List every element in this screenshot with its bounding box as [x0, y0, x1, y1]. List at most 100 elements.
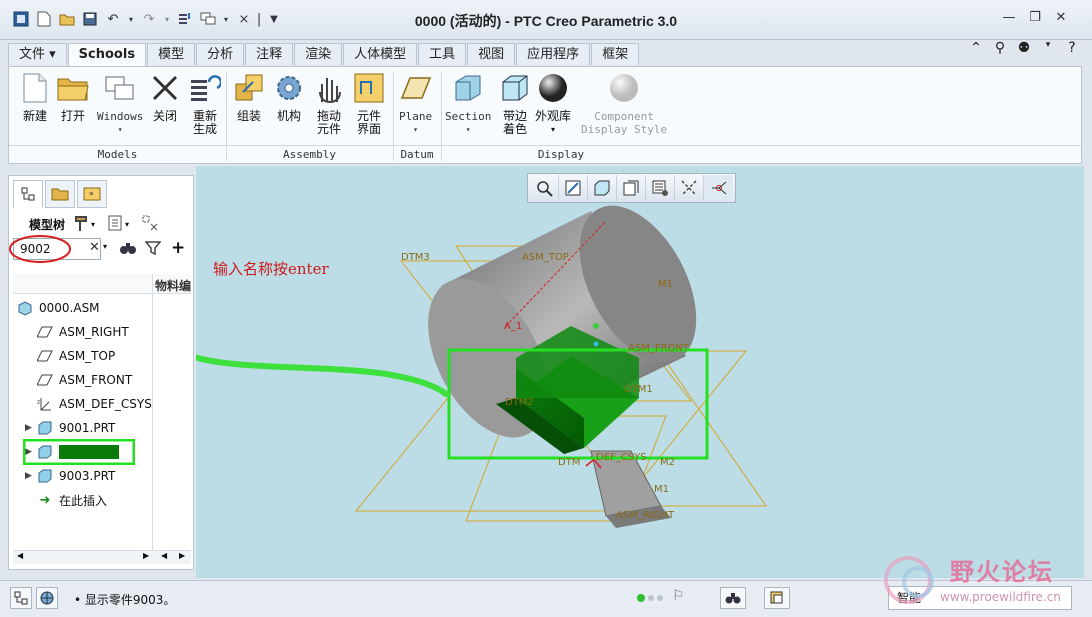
close-button[interactable]: 关闭	[149, 72, 181, 123]
status-message: • 显示零件9003。	[74, 593, 176, 607]
component-interface-button[interactable]: 元件 界面	[353, 72, 385, 136]
scroll-left-icon-2[interactable]: ◀	[161, 551, 167, 560]
model-tree-toolbar: 模型树 ▾ ▾	[13, 214, 191, 234]
tab-render[interactable]: 渲染	[294, 43, 343, 65]
restore-icon[interactable]: ❐	[1022, 10, 1048, 25]
minimize-icon[interactable]: —	[996, 10, 1022, 25]
tree-node-asm-top[interactable]: ASM_TOP	[37, 344, 157, 368]
tree-filter-icon[interactable]	[141, 214, 159, 235]
community-dropdown-icon[interactable]: ▾	[1040, 40, 1056, 56]
display-style-sphere-icon	[608, 72, 640, 104]
filter-funnel-icon[interactable]	[144, 240, 162, 259]
scroll-right-icon[interactable]: ▶	[143, 551, 149, 560]
part-icon	[37, 468, 53, 484]
tab-view[interactable]: 视图	[467, 43, 516, 65]
tree-node-label: 9003.PRT	[59, 469, 116, 483]
horizontal-scrollbar[interactable]: ◀ ▶ ◀ ▶	[13, 550, 191, 564]
tab-folder-browser[interactable]	[45, 180, 75, 208]
help-icon[interactable]: ?	[1064, 40, 1080, 56]
tab-analysis[interactable]: 分析	[196, 43, 245, 65]
plane-button[interactable]: Plane ▾	[399, 72, 432, 136]
find-binoculars-icon[interactable]	[119, 240, 137, 259]
graphics-window[interactable]: 输入名称按enter DTM3 ASM_TOP A_1 M1 ASM_FRONT…	[196, 166, 1084, 578]
new-button[interactable]: 新建	[19, 72, 51, 123]
expand-arrow-icon[interactable]: ▶	[25, 423, 37, 433]
add-column-icon[interactable]: +	[171, 238, 185, 258]
expand-arrow-icon[interactable]: ▶	[25, 471, 37, 481]
tree-node-9003[interactable]: ▶ 9003.PRT	[25, 464, 157, 488]
component-interface-icon	[353, 72, 385, 104]
windows-button[interactable]: Windows ▾	[97, 72, 143, 136]
community-icon[interactable]: ⚉	[1016, 40, 1032, 56]
component-display-style-button[interactable]: Component Display Style	[581, 72, 667, 136]
datum-label: DTM2	[505, 397, 534, 408]
tab-file[interactable]: 文件 ▾	[8, 43, 67, 65]
tree-node-insert-here[interactable]: ➜ 在此插入	[37, 488, 157, 512]
tab-tools[interactable]: 工具	[418, 43, 467, 65]
tab-manikin[interactable]: 人体模型	[343, 43, 418, 65]
open-folder-icon	[57, 72, 89, 104]
tree-node-label: 在此插入	[59, 493, 108, 508]
selection-highlight-box	[23, 439, 135, 465]
tab-annotate[interactable]: 注释	[245, 43, 294, 65]
search-icon[interactable]: ⚲	[992, 40, 1008, 56]
tree-node-asm-def-csys[interactable]: z ASM_DEF_CSYS	[37, 392, 157, 416]
clear-search-icon[interactable]: ✕	[89, 240, 100, 255]
regenerate-button[interactable]: 重新 生成	[189, 72, 221, 136]
tab-applications[interactable]: 应用程序	[516, 43, 591, 65]
shading-with-edges-button[interactable]: 带边 着色	[499, 72, 531, 136]
watermark-title: 野火论坛	[950, 558, 1054, 586]
part-icon	[37, 420, 53, 436]
datum-label: ASM_TOP	[522, 252, 569, 263]
appearance-gallery-button[interactable]: 外观库 ▾	[535, 72, 571, 136]
flag-icon[interactable]: ⚐	[672, 588, 685, 604]
windows-dropdown-icon[interactable]: ▾	[118, 123, 123, 136]
tab-favorites[interactable]: *	[77, 180, 107, 208]
tree-node-9001[interactable]: ▶ 9001.PRT	[25, 416, 157, 440]
tree-node-label: 0000.ASM	[39, 301, 100, 315]
find-button[interactable]	[720, 587, 746, 609]
settings-hammer-icon[interactable]	[73, 214, 91, 235]
assemble-button[interactable]: 组装	[233, 72, 265, 123]
search-dropdown-icon[interactable]: ▾	[103, 242, 107, 251]
scroll-left-icon[interactable]: ◀	[17, 551, 23, 560]
scroll-right-icon-2[interactable]: ▶	[179, 551, 185, 560]
tab-frame[interactable]: 框架	[591, 43, 640, 65]
datum-label: ASM_FRONT	[628, 343, 689, 354]
tree-node-assembly[interactable]: 0000.ASM	[17, 296, 157, 320]
tree-node-label: ASM_RIGHT	[59, 325, 129, 339]
toggle-navigator-button[interactable]	[10, 587, 32, 609]
tree-node-asm-front[interactable]: ASM_FRONT	[37, 368, 157, 392]
tab-model[interactable]: 模型	[147, 43, 196, 65]
close-icon[interactable]: ✕	[1048, 10, 1074, 25]
datum-label: ASM_RIGHT	[616, 510, 675, 521]
section-button[interactable]: Section ▾	[445, 72, 491, 136]
binoculars-icon	[725, 593, 741, 604]
tab-model-tree[interactable]	[13, 180, 43, 208]
axis-label: A_1	[504, 321, 523, 332]
settings-dropdown-icon[interactable]: ▾	[91, 220, 107, 229]
column-header: 物料编	[13, 274, 191, 294]
tree-node-asm-right[interactable]: ASM_RIGHT	[37, 320, 157, 344]
collapse-ribbon-icon[interactable]: ⌃	[968, 40, 984, 56]
group-datum: Datum	[393, 145, 441, 163]
tree-node-9002[interactable]: ▶ 9002.PRT	[23, 439, 157, 465]
mechanism-label: 机构	[276, 109, 301, 123]
drag-components-button[interactable]: 拖动 元件	[313, 72, 345, 136]
show-dropdown-icon[interactable]: ▾	[125, 220, 141, 229]
section-dropdown-icon[interactable]: ▾	[466, 123, 471, 136]
window-title: 0000 (活动的) - PTC Creo Parametric 3.0	[414, 13, 678, 29]
appearance-dropdown-icon[interactable]: ▾	[551, 123, 555, 136]
datum-label: M1	[654, 484, 669, 495]
component-label-2: 界面	[356, 122, 381, 136]
show-list-icon[interactable]	[107, 214, 125, 235]
regenerate-label-2: 生成	[192, 122, 217, 136]
toggle-browser-button[interactable]	[36, 587, 58, 609]
tab-schools[interactable]: Schools	[67, 43, 147, 67]
selection-filter-button[interactable]	[764, 587, 790, 609]
mechanism-button[interactable]: 机构	[273, 72, 305, 123]
new-file-icon	[19, 72, 51, 104]
model-tree-label: 模型树	[29, 217, 66, 232]
open-button[interactable]: 打开	[57, 72, 89, 123]
datum-dropdown-icon[interactable]: ▾	[413, 123, 418, 136]
